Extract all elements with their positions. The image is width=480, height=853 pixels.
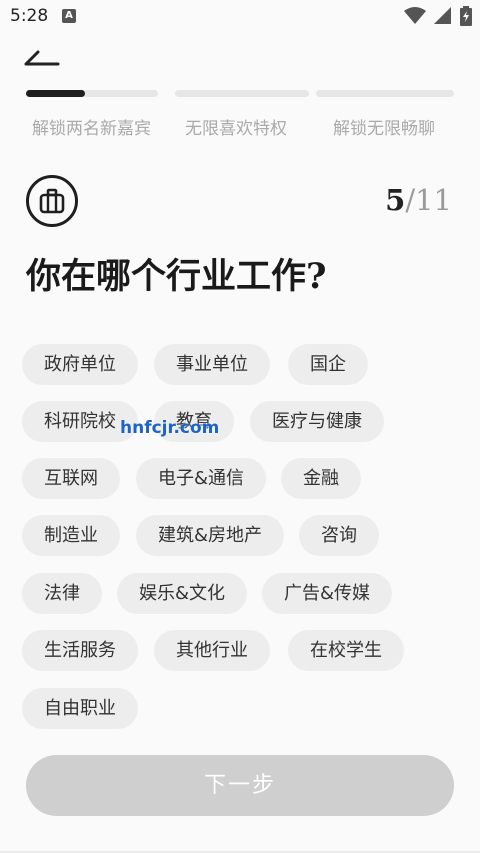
status-bar: 5:28 A [0,0,480,32]
back-arrow-icon [24,50,60,66]
option-chip[interactable]: 事业单位 [154,344,270,385]
option-chip[interactable]: 科研院校 [22,401,138,442]
option-chip[interactable]: 咨询 [299,515,379,556]
back-button[interactable] [22,42,66,72]
option-chip[interactable]: 在校学生 [288,630,404,671]
option-chip[interactable]: 法律 [22,573,102,614]
option-chip[interactable]: 自由职业 [22,688,138,729]
option-chip[interactable]: 娱乐&文化 [117,573,248,614]
signal-icon [434,7,451,24]
option-chip[interactable]: 国企 [288,344,368,385]
option-chip[interactable]: 医疗与健康 [250,401,384,442]
page-title: 你在哪个行业工作? [26,256,327,297]
progress-label-2: 无限喜欢特权 [185,119,287,139]
step-indicator: 5/11 [385,183,452,217]
notification-badge: A [62,9,76,23]
option-chip[interactable]: 建筑&房地产 [136,515,285,556]
progress-segment-3 [316,90,454,97]
progress-fill [26,90,86,97]
next-button[interactable]: 下一步 [26,755,454,816]
option-chip[interactable]: 互联网 [22,458,120,499]
wifi-icon [404,7,426,24]
status-icons [404,6,472,26]
option-chip[interactable]: 教育 [154,401,234,442]
progress-segment-1 [26,90,158,97]
battery-icon [460,6,472,26]
progress-label-1: 解锁两名新嘉宾 [32,119,151,139]
option-chip[interactable]: 生活服务 [22,630,138,671]
step-total: 11 [415,183,452,217]
option-chip[interactable]: 政府单位 [22,344,138,385]
briefcase-icon [39,188,65,214]
progress-segment-2 [175,90,309,97]
progress-label-3: 解锁无限畅聊 [333,119,435,139]
option-chip[interactable]: 广告&传媒 [262,573,393,614]
step-current: 5 [385,183,406,217]
option-chip[interactable]: 其他行业 [154,630,270,671]
status-time: 5:28 [10,6,49,26]
option-chip[interactable]: 制造业 [22,515,120,556]
question-icon-badge [26,175,78,227]
option-chip[interactable]: 电子&通信 [136,458,267,499]
step-separator: / [405,183,416,217]
option-chip[interactable]: 金融 [281,458,361,499]
